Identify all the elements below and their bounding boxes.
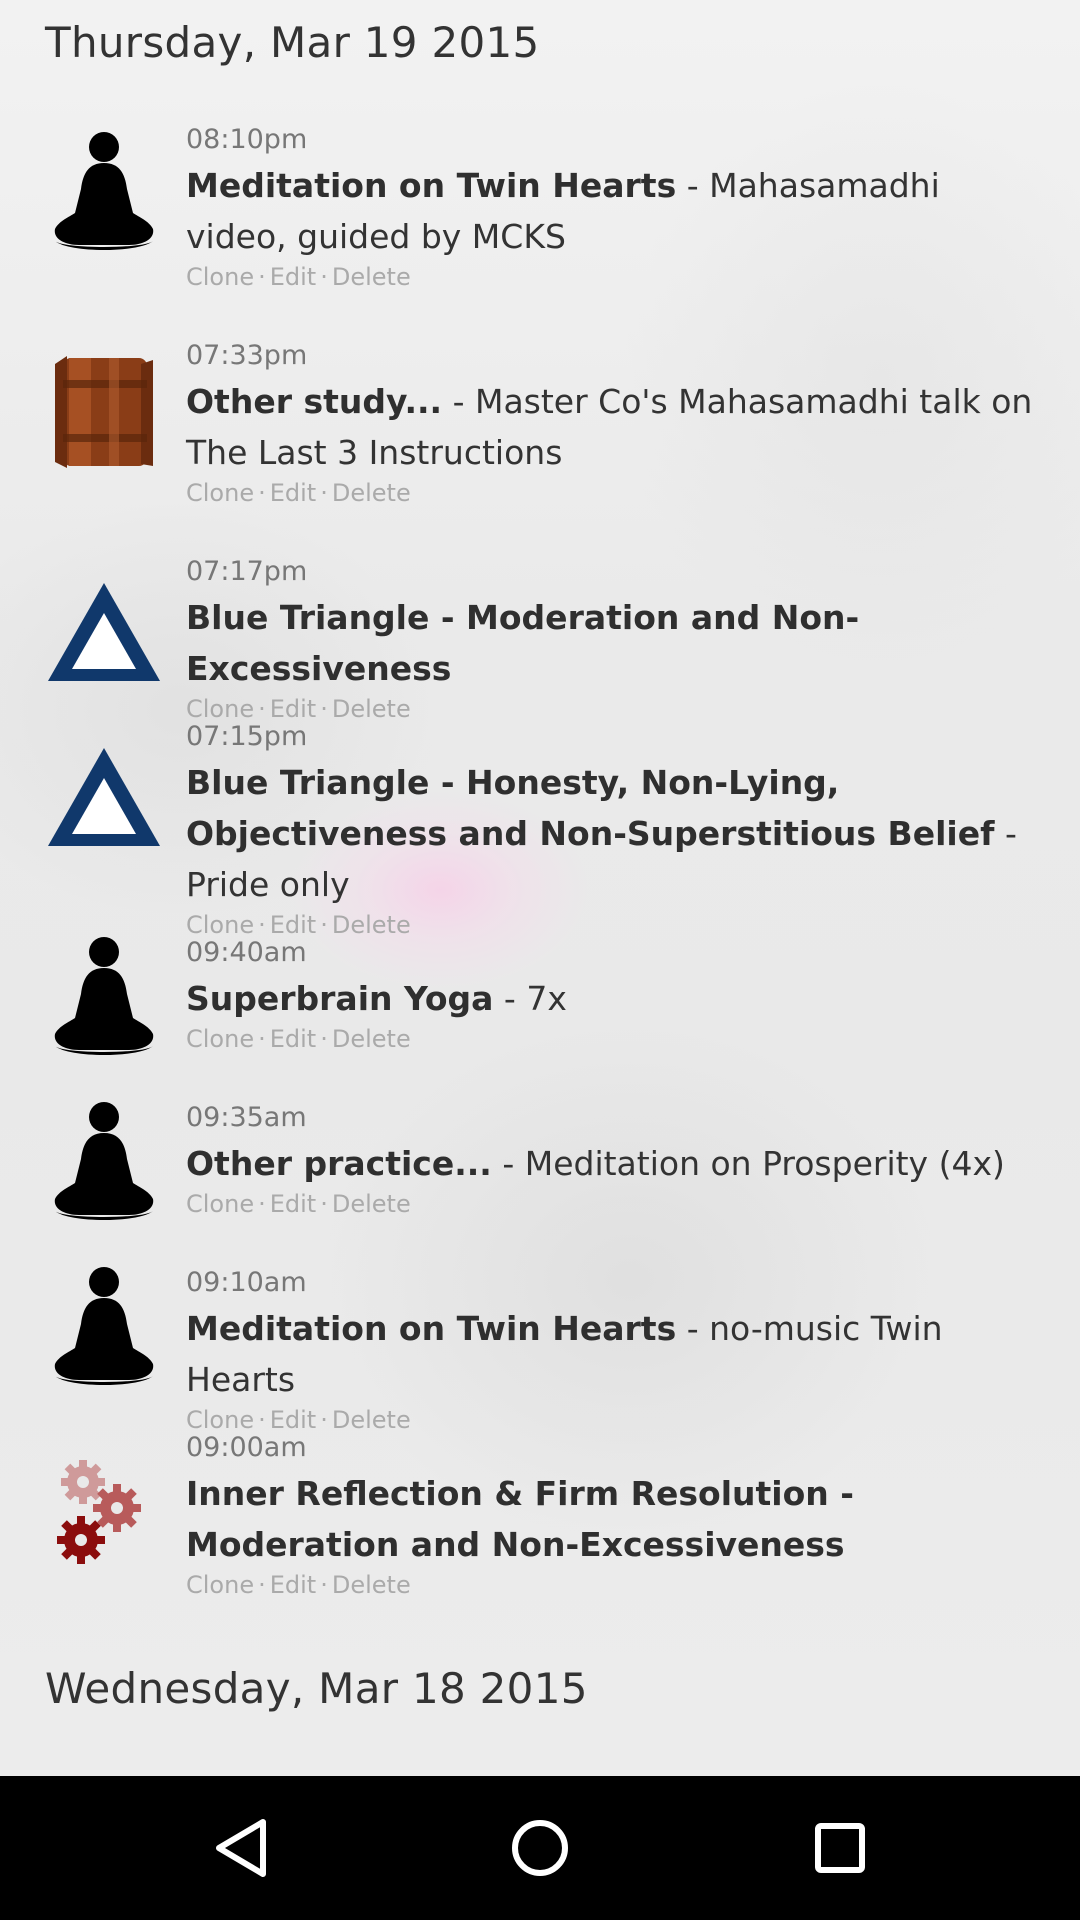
clone-link[interactable]: Clone bbox=[186, 1190, 254, 1218]
separator: · bbox=[320, 263, 328, 291]
entry-activity-name: Other study... bbox=[186, 382, 443, 421]
clone-link[interactable]: Clone bbox=[186, 1571, 254, 1599]
entry-title[interactable]: Blue Triangle - Honesty, Non-Lying, Obje… bbox=[186, 757, 1050, 910]
entry-activity-name: Blue Triangle - Honesty, Non-Lying, Obje… bbox=[186, 763, 995, 853]
book-scroll-icon bbox=[44, 350, 164, 470]
clone-link[interactable]: Clone bbox=[186, 263, 254, 291]
entry-activity-name: Inner Reflection & Firm Resolution - Mod… bbox=[186, 1474, 854, 1564]
separator: · bbox=[258, 1025, 266, 1053]
entry-detail: - 7x bbox=[493, 979, 567, 1018]
blue-triangle-icon bbox=[44, 737, 164, 857]
entry-time: 09:10am bbox=[186, 1267, 307, 1298]
edit-link[interactable]: Edit bbox=[270, 1190, 316, 1218]
meditation-figure-icon bbox=[44, 1102, 164, 1222]
activity-log: Thursday, Mar 19 2015 08:10pm Meditation… bbox=[0, 0, 1080, 1776]
entry-title[interactable]: Superbrain Yoga - 7x bbox=[186, 973, 1050, 1024]
edit-link[interactable]: Edit bbox=[270, 1025, 316, 1053]
clone-link[interactable]: Clone bbox=[186, 479, 254, 507]
edit-link[interactable]: Edit bbox=[270, 1571, 316, 1599]
entry-time: 07:17pm bbox=[186, 556, 308, 587]
entry-actions: Clone · Edit · Delete bbox=[186, 1570, 1050, 1600]
entry-activity-name: Meditation on Twin Hearts bbox=[186, 1309, 677, 1348]
entry-title[interactable]: Other practice... - Meditation on Prospe… bbox=[186, 1138, 1050, 1189]
separator: · bbox=[320, 1571, 328, 1599]
delete-link[interactable]: Delete bbox=[332, 1571, 411, 1599]
entry-activity-name: Blue Triangle - Moderation and Non-Exces… bbox=[186, 598, 860, 688]
entry-title[interactable]: Blue Triangle - Moderation and Non-Exces… bbox=[186, 592, 1050, 694]
separator: · bbox=[258, 263, 266, 291]
meditation-figure-icon bbox=[44, 132, 164, 252]
clone-link[interactable]: Clone bbox=[186, 1025, 254, 1053]
entry-time: 07:15pm bbox=[186, 721, 308, 752]
separator: · bbox=[320, 479, 328, 507]
entry-time: 08:10pm bbox=[186, 124, 308, 155]
entry-actions: Clone · Edit · Delete bbox=[186, 262, 1050, 292]
meditation-figure-icon bbox=[44, 1267, 164, 1387]
delete-link[interactable]: Delete bbox=[332, 1025, 411, 1053]
delete-link[interactable]: Delete bbox=[332, 479, 411, 507]
entry-activity-name: Meditation on Twin Hearts bbox=[186, 166, 677, 205]
entry-title[interactable]: Meditation on Twin Hearts - Mahasamadhi … bbox=[186, 160, 1050, 262]
delete-link[interactable]: Delete bbox=[332, 263, 411, 291]
edit-link[interactable]: Edit bbox=[270, 263, 316, 291]
entry-activity-name: Superbrain Yoga bbox=[186, 979, 494, 1018]
entry-actions: Clone · Edit · Delete bbox=[186, 1024, 1050, 1054]
entry-detail: - Meditation on Prosperity (4x) bbox=[491, 1144, 1005, 1183]
home-icon[interactable] bbox=[504, 1812, 576, 1884]
separator: · bbox=[258, 1571, 266, 1599]
entry-actions: Clone · Edit · Delete bbox=[186, 478, 1050, 508]
entry-title[interactable]: Meditation on Twin Hearts - no-music Twi… bbox=[186, 1303, 1050, 1405]
gears-icon bbox=[44, 1452, 164, 1572]
meditation-figure-icon bbox=[44, 937, 164, 1057]
entry-actions: Clone · Edit · Delete bbox=[186, 1189, 1050, 1219]
edit-link[interactable]: Edit bbox=[270, 479, 316, 507]
entry-title[interactable]: Inner Reflection & Firm Resolution - Mod… bbox=[186, 1468, 1050, 1570]
system-navigation-bar bbox=[0, 1776, 1080, 1920]
delete-link[interactable]: Delete bbox=[332, 1190, 411, 1218]
entry-activity-name: Other practice... bbox=[186, 1144, 492, 1183]
blue-triangle-icon bbox=[44, 572, 164, 692]
back-icon[interactable] bbox=[205, 1812, 277, 1884]
separator: · bbox=[258, 1190, 266, 1218]
day-header: Wednesday, Mar 18 2015 bbox=[45, 1664, 588, 1713]
separator: · bbox=[320, 1190, 328, 1218]
entry-title[interactable]: Other study... - Master Co's Mahasamadhi… bbox=[186, 376, 1050, 478]
entry-time: 09:00am bbox=[186, 1432, 307, 1463]
day-header: Thursday, Mar 19 2015 bbox=[45, 18, 540, 67]
separator: · bbox=[258, 479, 266, 507]
entry-time: 07:33pm bbox=[186, 340, 308, 371]
entry-time: 09:40am bbox=[186, 937, 307, 968]
separator: · bbox=[320, 1025, 328, 1053]
recents-icon[interactable] bbox=[804, 1812, 876, 1884]
entry-time: 09:35am bbox=[186, 1102, 307, 1133]
